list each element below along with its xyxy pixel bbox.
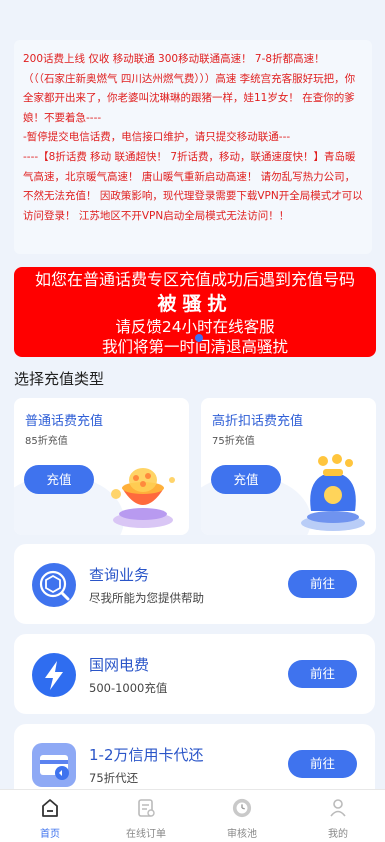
hotpot-illustration-icon — [111, 468, 175, 528]
service-desc: 尽我所能为您提供帮助 — [89, 591, 204, 605]
service-query[interactable]: 查询业务 尽我所能为您提供帮助 前往 — [14, 544, 375, 624]
service-desc: 75折代还 — [89, 771, 139, 785]
go-button[interactable]: 前往 — [288, 660, 357, 688]
order-icon — [138, 799, 155, 817]
recharge-card-normal[interactable]: 普通话费充值 85折充值 充值 — [14, 398, 189, 535]
home-icon — [42, 799, 58, 817]
service-electricity[interactable]: 国网电费 500-1000充值 前往 — [14, 634, 375, 714]
user-icon — [330, 799, 346, 817]
go-button[interactable]: 前往 — [288, 570, 357, 598]
recharge-card-subtitle: 85折充值 — [25, 436, 68, 447]
query-icon — [32, 563, 76, 607]
lightning-icon — [32, 653, 76, 697]
money-bag-illustration-icon — [301, 454, 365, 531]
notice-line: （（（石家庄新奥燃气 四川达州燃气费）））高速 李统宫充客服好玩把，你全家都开出… — [23, 72, 356, 124]
banner-line-1: 如您在普通话费专区充值成功后遇到充值号码 — [34, 270, 355, 289]
carousel-dot[interactable] — [195, 334, 203, 342]
notice-line: ----【8折话费 移动 联通超快！ 7折话费，移动，联通速度快！】青岛暖气高速… — [23, 150, 363, 222]
recharge-card-title: 普通话费充值 — [25, 414, 104, 429]
recharge-card-subtitle: 75折充值 — [212, 436, 255, 447]
recharge-card-title: 高折扣话费充值 — [212, 414, 304, 429]
service-desc: 500-1000充值 — [89, 681, 168, 695]
bottom-tabbar: 首页 在线订单 审核池 我的 — [0, 789, 385, 842]
notice-line: -暂停提交电信话费，电信接口维护，请只提交移动联通--- — [23, 131, 291, 144]
tab-mine[interactable]: 我的 — [290, 790, 385, 842]
banner-line-3: 请反馈24小时在线客服 — [115, 318, 275, 336]
section-title: 选择充值类型 — [14, 370, 105, 388]
tab-home[interactable]: 首页 — [2, 790, 98, 842]
review-icon — [232, 798, 252, 818]
service-title: 1-2万信用卡代还 — [89, 746, 204, 764]
credit-card-icon — [32, 743, 76, 787]
notice-line: 200话费上线 仅收 移动联通 300移动联通高速！ 7-8折都高速！ — [23, 53, 325, 65]
tab-label: 审核池 — [227, 829, 257, 840]
service-title: 查询业务 — [89, 566, 150, 584]
recharge-button[interactable]: 充值 — [24, 465, 94, 494]
tab-orders[interactable]: 在线订单 — [98, 790, 194, 842]
tab-label: 首页 — [40, 829, 60, 840]
recharge-card-discount[interactable]: 高折扣话费充值 75折充值 充值 — [201, 398, 376, 535]
recharge-button[interactable]: 充值 — [211, 465, 281, 494]
go-button[interactable]: 前往 — [288, 750, 357, 778]
tab-review[interactable]: 审核池 — [194, 790, 290, 842]
service-title: 国网电费 — [89, 656, 150, 674]
banner-line-2: 被骚扰 — [157, 293, 233, 315]
notice-board: 200话费上线 仅收 移动联通 300移动联通高速！ 7-8折都高速！ （（（石… — [14, 40, 372, 254]
tab-label: 我的 — [328, 829, 348, 840]
harassment-banner[interactable]: 如您在普通话费专区充值成功后遇到充值号码 被骚扰 请反馈24小时在线客服 我们将… — [14, 267, 376, 357]
tab-label: 在线订单 — [126, 829, 166, 840]
